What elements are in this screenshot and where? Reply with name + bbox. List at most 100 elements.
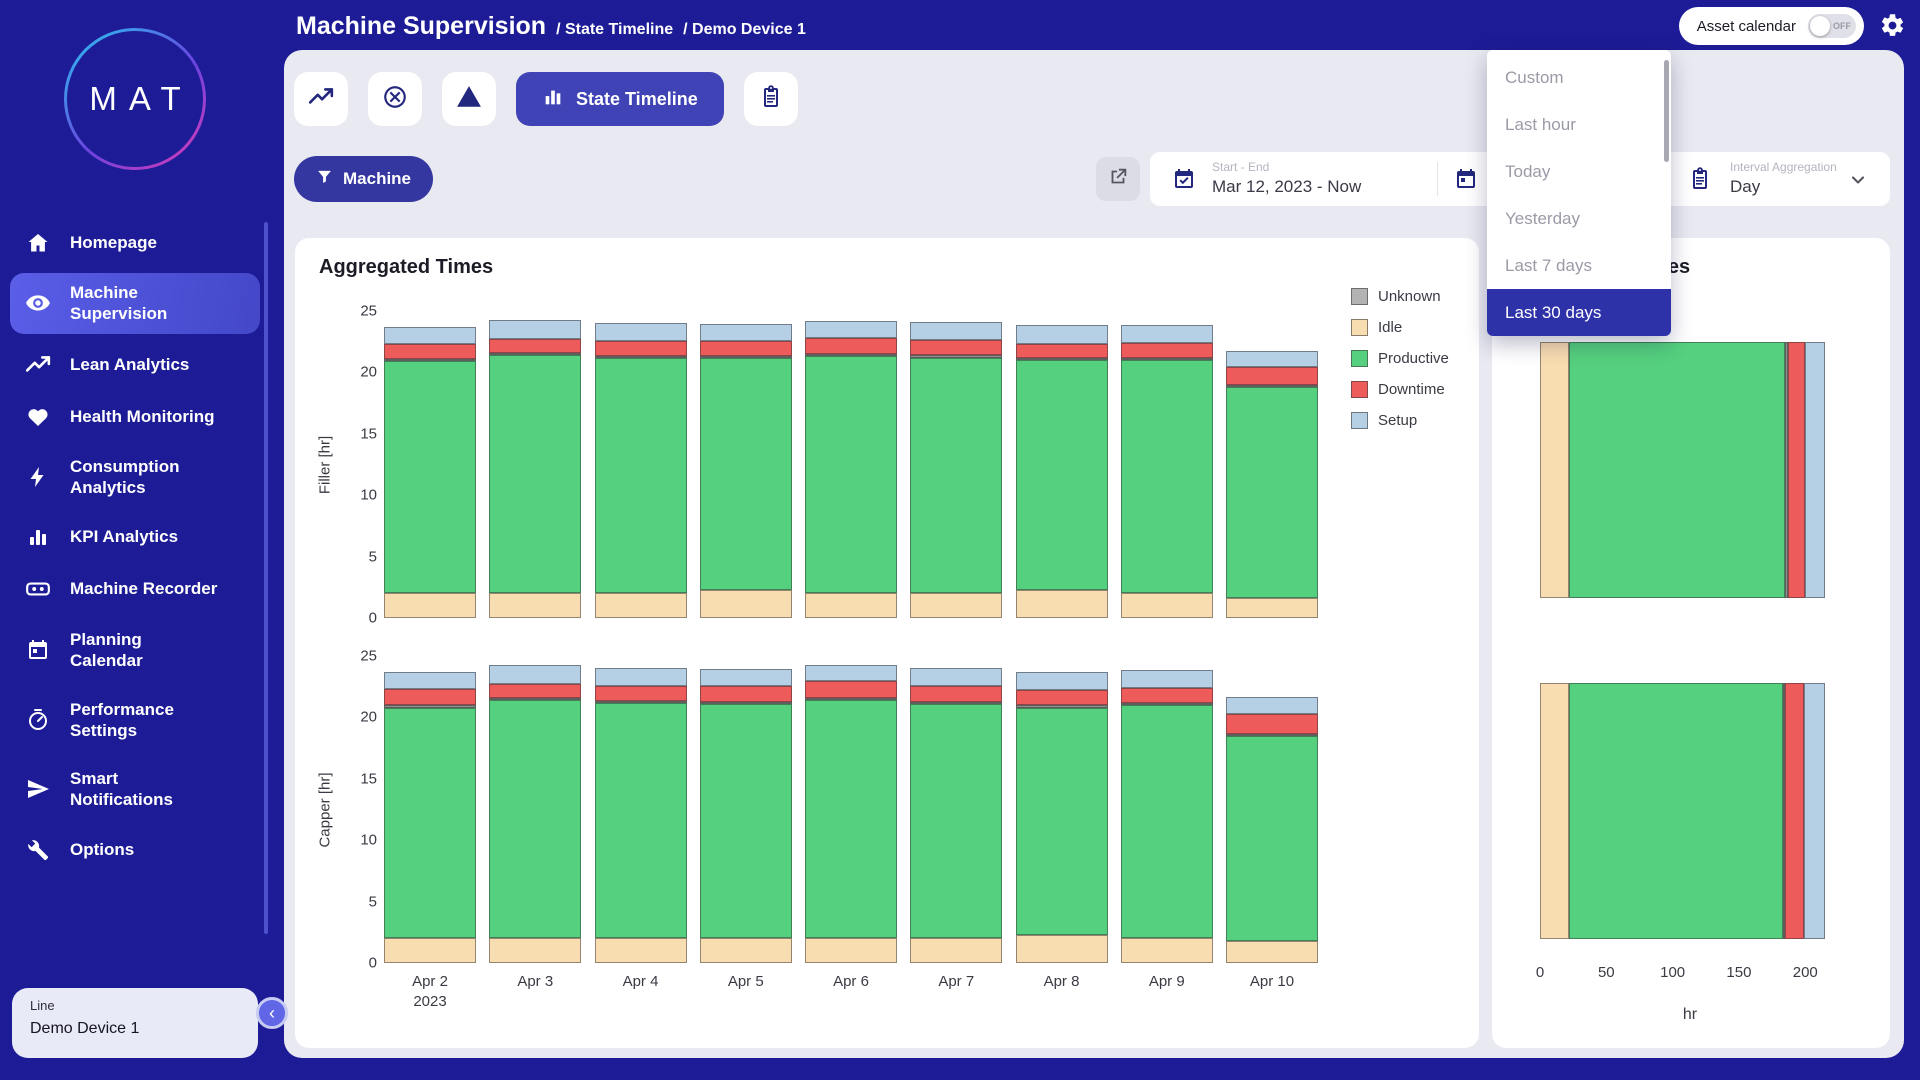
bar-segment-idle xyxy=(595,593,687,618)
sidebar-collapse-button[interactable]: ‹ xyxy=(256,997,288,1029)
open-in-new-button[interactable] xyxy=(1096,157,1140,201)
x-tick-label: Apr 2 2023 xyxy=(384,972,476,1011)
bar-segment-downtime xyxy=(1121,343,1213,358)
dropdown-scrollbar[interactable] xyxy=(1664,60,1669,162)
stacked-bar[interactable] xyxy=(1016,325,1108,618)
bar-segment-idle xyxy=(805,593,897,618)
legend-item-productive[interactable]: Productive xyxy=(1351,350,1449,367)
legend-item-setup[interactable]: Setup xyxy=(1351,412,1449,429)
legend-label: Productive xyxy=(1378,350,1449,367)
stacked-bar[interactable] xyxy=(805,665,897,963)
bar-segment-idle xyxy=(1016,935,1108,963)
bar-segment-setup xyxy=(1121,325,1213,343)
divider xyxy=(1437,162,1438,196)
legend-item-downtime[interactable]: Downtime xyxy=(1351,381,1449,398)
device-selector-card[interactable]: Line Demo Device 1 xyxy=(12,988,258,1058)
tab-trend-chart[interactable] xyxy=(294,72,348,126)
calendar-icon xyxy=(24,638,52,662)
app-logo-text: MAT xyxy=(67,31,203,167)
asset-calendar-toggle[interactable]: OFF xyxy=(1808,14,1856,38)
stacked-bar[interactable] xyxy=(489,320,581,618)
sidebar-item-label: Health Monitoring xyxy=(70,406,214,427)
date-range-dropdown: Custom Last hour Today Yesterday Last 7 … xyxy=(1487,50,1671,336)
sidebar-item-planning-calendar[interactable]: Planning Calendar xyxy=(10,620,260,681)
bar-segment-downtime xyxy=(595,686,687,701)
menu-item-last-7-days[interactable]: Last 7 days xyxy=(1487,242,1671,289)
settings-gear-icon[interactable] xyxy=(1879,12,1906,44)
sidebar-item-machine-supervision[interactable]: Machine Supervision xyxy=(10,273,260,334)
device-name: Demo Device 1 xyxy=(30,1020,240,1038)
warning-triangle-icon xyxy=(456,84,482,115)
sidebar-item-options[interactable]: Options xyxy=(10,829,260,871)
x-tick-label: Apr 8 xyxy=(1016,972,1108,1011)
calendar-icon[interactable] xyxy=(1454,167,1478,196)
sidebar-nav: Homepage Machine Supervision Lean Analyt… xyxy=(10,222,260,871)
tab-state-timeline[interactable]: State Timeline xyxy=(516,72,724,126)
legend-label: Unknown xyxy=(1378,288,1441,305)
menu-item-last-hour[interactable]: Last hour xyxy=(1487,101,1671,148)
sidebar-item-homepage[interactable]: Homepage xyxy=(10,222,260,264)
sidebar: MAT Homepage Machine Supervision Lean An… xyxy=(0,0,270,1080)
bar-segment-productive xyxy=(805,356,897,593)
stacked-bar[interactable] xyxy=(700,669,792,963)
tab-state-timeline-label: State Timeline xyxy=(576,89,698,110)
bar-segment-productive xyxy=(384,708,476,939)
sidebar-scrollbar[interactable] xyxy=(264,222,268,934)
machine-filter-button[interactable]: Machine xyxy=(294,156,433,202)
stacked-bar[interactable] xyxy=(1226,351,1318,618)
card-title: Aggregated Times xyxy=(319,256,493,279)
start-end-field[interactable]: Start - End Mar 12, 2023 - Now xyxy=(1212,160,1361,197)
stacked-bar[interactable] xyxy=(910,322,1002,618)
legend-item-idle[interactable]: Idle xyxy=(1351,319,1449,336)
bar-segment-productive xyxy=(700,704,792,939)
menu-item-today[interactable]: Today xyxy=(1487,148,1671,195)
stacked-bar[interactable] xyxy=(805,321,897,618)
y-tick-label: 15 xyxy=(360,770,377,787)
stacked-bar[interactable] xyxy=(1121,670,1213,963)
stacked-bar[interactable] xyxy=(595,323,687,618)
sidebar-item-consumption-analytics[interactable]: Consumption Analytics xyxy=(10,447,260,508)
sidebar-item-label: KPI Analytics xyxy=(70,526,178,547)
stacked-bar[interactable] xyxy=(384,327,476,618)
sidebar-item-performance-settings[interactable]: Performance Settings xyxy=(10,690,260,751)
sidebar-item-health-monitoring[interactable]: Health Monitoring xyxy=(10,396,260,438)
sidebar-item-lean-analytics[interactable]: Lean Analytics xyxy=(10,343,260,387)
stacked-bar[interactable] xyxy=(489,665,581,963)
stacked-bar[interactable] xyxy=(1121,325,1213,618)
interval-aggregation-select[interactable]: Interval Aggregation Day xyxy=(1730,160,1837,197)
hstacked-bar-filler[interactable] xyxy=(1540,342,1825,598)
bar-segment-downtime xyxy=(700,686,792,702)
asset-calendar-control[interactable]: Asset calendar OFF xyxy=(1679,7,1864,45)
asset-calendar-label: Asset calendar xyxy=(1697,18,1796,35)
bar-segment-downtime xyxy=(1121,688,1213,703)
stacked-bar[interactable] xyxy=(1226,697,1318,963)
stacked-bar[interactable] xyxy=(595,668,687,963)
stacked-bar[interactable] xyxy=(384,672,476,963)
stacked-bar[interactable] xyxy=(1016,672,1108,963)
legend-swatch xyxy=(1351,319,1368,336)
bar-segment-productive xyxy=(1226,387,1318,598)
bar-segment-setup xyxy=(595,668,687,686)
bar-segment-productive xyxy=(1016,360,1108,590)
menu-item-last-30-days[interactable]: Last 30 days xyxy=(1487,289,1671,336)
stopwatch-icon xyxy=(24,708,52,732)
calendar-check-icon xyxy=(1172,167,1196,196)
x-tick-label: Apr 3 xyxy=(489,972,581,1011)
sidebar-item-smart-notifications[interactable]: Smart Notifications xyxy=(10,759,260,820)
bar-segment-productive xyxy=(489,355,581,593)
tab-stops[interactable] xyxy=(368,72,422,126)
legend-item-unknown[interactable]: Unknown xyxy=(1351,288,1449,305)
stacked-bar[interactable] xyxy=(700,324,792,618)
stacked-bar[interactable] xyxy=(910,668,1002,963)
x-tick-label: Apr 9 xyxy=(1121,972,1213,1011)
menu-item-yesterday[interactable]: Yesterday xyxy=(1487,195,1671,242)
tab-report[interactable] xyxy=(744,72,798,126)
view-tabs: State Timeline xyxy=(294,72,798,126)
sidebar-item-machine-recorder[interactable]: Machine Recorder xyxy=(10,567,260,611)
hstacked-bar-capper[interactable] xyxy=(1540,683,1825,939)
sidebar-item-kpi-analytics[interactable]: KPI Analytics xyxy=(10,516,260,558)
tab-alarms[interactable] xyxy=(442,72,496,126)
menu-item-custom[interactable]: Custom xyxy=(1487,54,1671,101)
home-icon xyxy=(24,231,52,255)
funnel-icon xyxy=(316,168,333,190)
